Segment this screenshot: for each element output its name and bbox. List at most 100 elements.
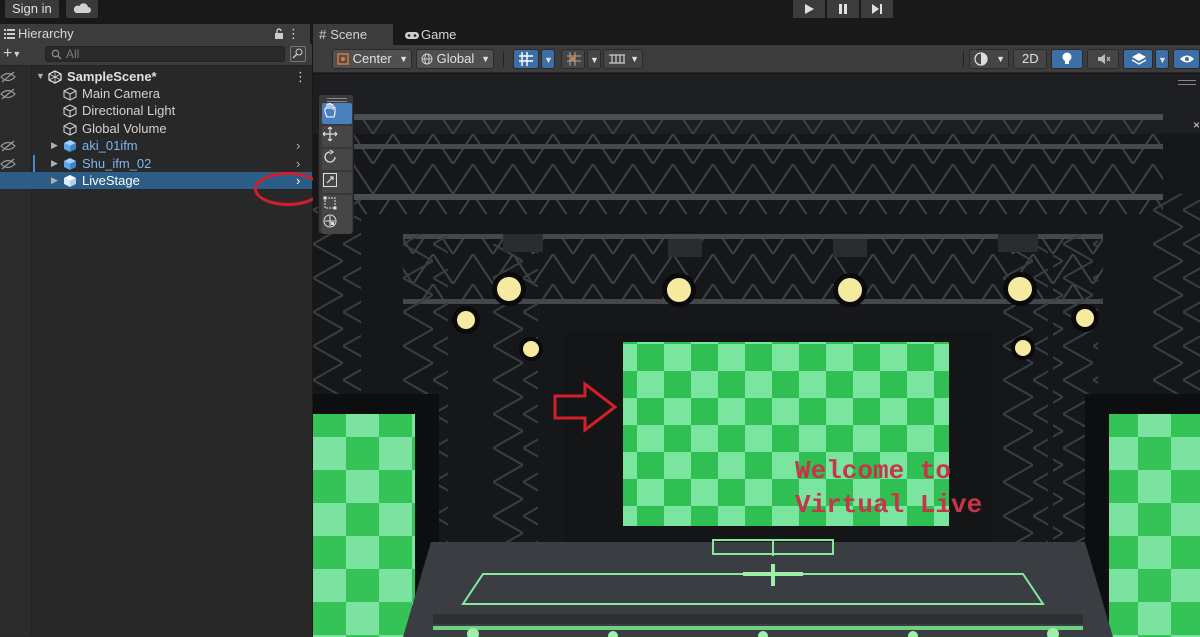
shading-sphere-icon: [974, 52, 988, 66]
eye-hidden-icon[interactable]: [0, 140, 16, 152]
sign-in-button[interactable]: Sign in: [5, 0, 59, 18]
transform-tool-button[interactable]: [322, 213, 352, 234]
lighting-toggle-button[interactable]: [1051, 49, 1083, 69]
tab-label: Game: [421, 27, 457, 42]
tree-label: aki_01ifm: [82, 138, 138, 153]
eye-hidden-icon[interactable]: [0, 158, 16, 170]
search-filter-icon: [292, 48, 303, 59]
tree-row[interactable]: Directional Light: [0, 102, 312, 119]
move-arrows-icon: [322, 126, 338, 142]
increment-snap-button[interactable]: [561, 49, 585, 69]
tab-game[interactable]: Game: [399, 24, 469, 45]
palette-grab-handle[interactable]: [327, 98, 347, 99]
prefab-cube-icon: [64, 158, 76, 170]
hand-tool-button[interactable]: [322, 103, 352, 124]
gamepad-icon: [405, 32, 419, 39]
tree-label: Directional Light: [82, 103, 176, 118]
top-toolbar: Sign in: [0, 0, 1200, 20]
expand-arrow-icon[interactable]: ▼: [36, 68, 45, 85]
close-overlay-icon[interactable]: ×: [1193, 118, 1200, 132]
step-icon: [872, 4, 882, 14]
pause-button[interactable]: [827, 0, 859, 18]
list-icon: [4, 29, 15, 39]
filter-button[interactable]: [290, 46, 306, 62]
grid-visibility-dropdown[interactable]: ▼: [603, 49, 643, 69]
pivot-rotation-dropdown[interactable]: Global ▼: [416, 49, 494, 69]
scene-viewport[interactable]: Welcome to Virtual Live ×: [313, 74, 1200, 637]
search-placeholder: All: [66, 47, 80, 61]
dropdown-arrow-icon: ▼: [1158, 55, 1167, 65]
eye-hidden-icon[interactable]: [0, 88, 16, 100]
prefab-cube-icon: [64, 140, 76, 152]
grid-ruler-icon: [609, 54, 625, 64]
rotate-icon: [324, 149, 336, 163]
effects-toggle-button[interactable]: [1123, 49, 1153, 69]
play-controls: [793, 0, 893, 18]
modified-marker: [33, 155, 35, 172]
eye-hidden-icon[interactable]: [0, 71, 16, 83]
expand-arrow-icon[interactable]: ▶: [51, 137, 58, 154]
pivot-center-icon: [337, 53, 349, 65]
gameobject-cube-icon: [63, 104, 77, 118]
expand-arrow-icon[interactable]: ▶: [51, 172, 58, 189]
dropdown-arrow-icon: ▼: [399, 54, 408, 64]
scale-icon: [323, 173, 337, 187]
tab-scene[interactable]: # Scene: [313, 24, 393, 45]
tab-label: Scene: [330, 27, 368, 42]
rotate-tool-button[interactable]: [322, 149, 352, 170]
tree-label: SampleScene*: [67, 69, 157, 84]
grid-snap-dropdown[interactable]: ▼: [541, 49, 555, 69]
step-button[interactable]: [861, 0, 893, 18]
move-tool-button[interactable]: [322, 126, 352, 147]
globe-icon: [421, 53, 433, 65]
cloud-button[interactable]: [66, 0, 98, 18]
tree-row[interactable]: Global Volume: [0, 120, 312, 137]
stage-text-line2: Virtual Live: [795, 490, 982, 520]
tab-hierarchy[interactable]: Hierarchy ⋮: [0, 24, 310, 44]
hierarchy-tree: ▼ SampleScene* ⋮ Main Camera Directional…: [0, 66, 312, 636]
pivot-mode-dropdown[interactable]: Center ▼: [332, 49, 412, 69]
overlay-menu-icon[interactable]: [1178, 80, 1196, 81]
chevron-right-icon[interactable]: ›: [296, 137, 300, 154]
dropdown-arrow-icon: ▼: [996, 54, 1005, 64]
tree-row[interactable]: Main Camera: [0, 85, 312, 102]
gizmo-toggle-button[interactable]: [1173, 49, 1200, 69]
dropdown-arrow-icon: ▼: [630, 54, 639, 64]
expand-arrow-icon[interactable]: ▶: [51, 155, 58, 172]
annotation-ellipse: [254, 172, 322, 206]
search-input[interactable]: All: [45, 46, 285, 62]
unity-scene-icon: [48, 70, 62, 84]
toggle-2d-button[interactable]: 2D: [1013, 49, 1047, 69]
cloud-icon: [73, 3, 91, 13]
transform-gizmo-icon: [323, 214, 337, 228]
lock-icon[interactable]: [274, 28, 284, 40]
stage-render: Welcome to Virtual Live: [313, 74, 1200, 637]
shading-mode-dropdown[interactable]: ▼: [969, 49, 1009, 69]
scene-panel: # Scene Game Center ▼ Global ▼ ▼ ▼ ▼ ▼ 2…: [313, 24, 1200, 637]
audio-mute-icon: [1098, 54, 1111, 64]
stage-text-line1: Welcome to: [795, 456, 951, 486]
effects-dropdown[interactable]: ▼: [1155, 49, 1169, 69]
tree-row-prefab[interactable]: ▶ Shu_ifm_02 ›: [0, 155, 312, 172]
chevron-right-icon[interactable]: ›: [296, 155, 300, 172]
tree-row-prefab[interactable]: ▶ aki_01ifm ›: [0, 137, 312, 154]
hierarchy-menu-icon[interactable]: ⋮: [287, 24, 300, 44]
pivot-rotation-label: Global: [436, 51, 475, 66]
increment-snap-dropdown[interactable]: ▼: [587, 49, 601, 69]
play-button[interactable]: [793, 0, 825, 18]
hierarchy-panel: Hierarchy ⋮ +▼ All ▼ SampleScene* ⋮ Main…: [0, 24, 312, 637]
hand-icon: [324, 103, 336, 118]
create-button[interactable]: +▼: [3, 45, 21, 63]
dropdown-arrow-icon: ▼: [481, 54, 490, 64]
grid-hash-icon: #: [319, 27, 327, 42]
play-icon: [805, 4, 814, 14]
tree-row-scene[interactable]: ▼ SampleScene* ⋮: [0, 68, 312, 85]
scale-tool-button[interactable]: [322, 172, 352, 193]
tree-label: Main Camera: [82, 86, 161, 101]
rect-transform-icon: [323, 196, 337, 210]
tree-label: Global Volume: [82, 121, 167, 136]
scene-menu-icon[interactable]: ⋮: [294, 68, 307, 85]
pause-icon: [839, 4, 847, 14]
grid-snap-button[interactable]: [513, 49, 539, 69]
audio-toggle-button[interactable]: [1087, 49, 1119, 69]
